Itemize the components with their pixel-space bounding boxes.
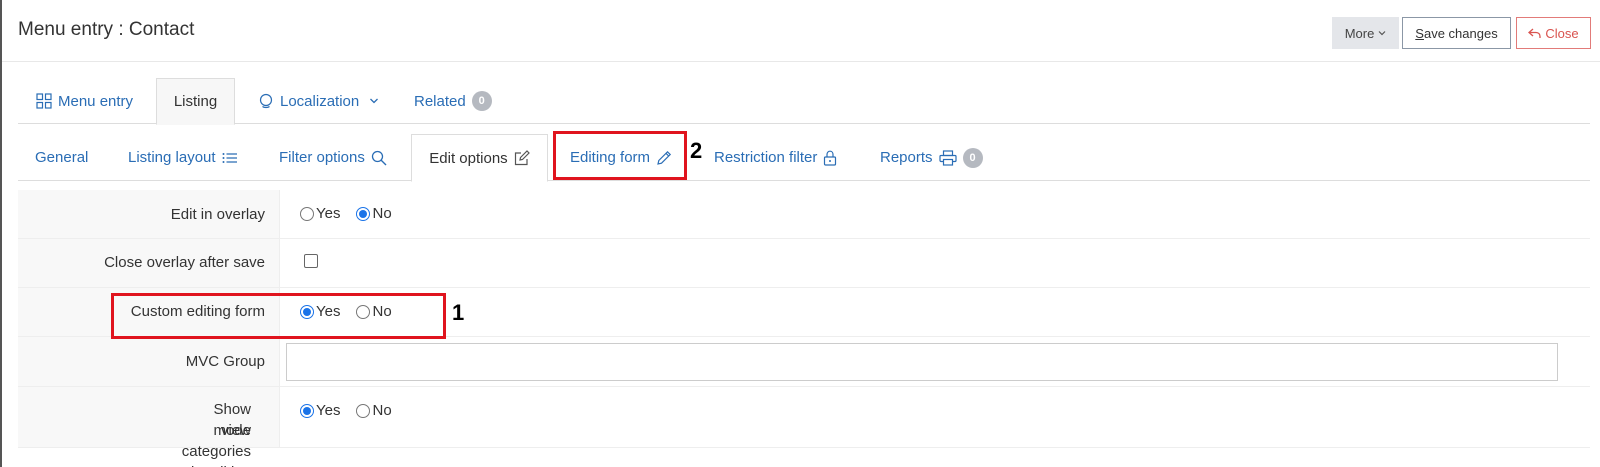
window-edge: [0, 0, 2, 467]
label-cell: Close overlay after save: [18, 239, 280, 287]
edit-in-overlay-yes[interactable]: Yes: [300, 205, 340, 222]
show-view-categories-no[interactable]: No: [356, 402, 392, 419]
label-cell: Edit in overlay: [18, 190, 280, 238]
undo-arrow-icon: [1528, 28, 1542, 38]
tab-localization[interactable]: Localization: [258, 78, 379, 124]
tab-edit-options-label: Edit options: [429, 149, 508, 167]
tab-general-label: General: [35, 149, 89, 166]
page-title: Menu entry : Contact: [18, 19, 195, 40]
chevron-down-icon: [370, 98, 379, 104]
row-mvc-group: MVC Group: [18, 337, 1590, 387]
row-close-overlay-after-save: Close overlay after save: [18, 239, 1590, 288]
tab-filter-options-label: Filter options: [279, 149, 365, 166]
show-view-categories-yes[interactable]: Yes: [300, 402, 340, 419]
mvc-group-input[interactable]: [286, 343, 1558, 381]
row-edit-in-overlay: Edit in overlay Yes No: [18, 190, 1590, 239]
annotation-number-1: 1: [452, 300, 465, 325]
tab-reports-label: Reports: [880, 149, 933, 166]
annotation-number-2: 2: [690, 138, 703, 163]
more-button-label: More: [1344, 25, 1375, 41]
radio-no-label: No: [372, 402, 392, 419]
radio-yes-selected[interactable]: [300, 403, 314, 418]
tab-restriction-filter-label: Restriction filter: [714, 149, 818, 166]
tab-listing-label: Listing: [173, 93, 218, 110]
more-button[interactable]: More: [1332, 17, 1399, 49]
radio-yes-label: Yes: [316, 402, 341, 419]
search-icon: [371, 150, 387, 165]
edit-in-overlay-label: Edit in overlay: [170, 206, 265, 223]
tab-reports[interactable]: Reports 0: [880, 134, 983, 181]
page-header: Menu entry : Contact More Save changes C…: [2, 0, 1600, 62]
radio-yes[interactable]: [300, 206, 314, 221]
sub-tabs: General Listing layout Filter options Ed…: [18, 134, 1590, 182]
tab-general[interactable]: General: [35, 134, 88, 181]
lock-icon: [824, 150, 837, 166]
tab-listing-layout[interactable]: Listing layout: [128, 134, 238, 181]
radio-no-label: No: [372, 205, 392, 222]
globe-icon: [259, 93, 273, 109]
list-icon: [222, 152, 237, 163]
tab-related[interactable]: Related 0: [414, 78, 492, 124]
tab-localization-label: Localization: [280, 92, 360, 110]
tab-filter-options[interactable]: Filter options: [279, 134, 387, 181]
tab-menu-entry[interactable]: Menu entry: [36, 78, 133, 124]
label-cell: Show view categories in editingmode: [18, 387, 280, 467]
related-count-badge: 0: [471, 91, 492, 111]
tab-restriction-filter[interactable]: Restriction filter: [714, 134, 837, 181]
mvc-group-label: MVC Group: [185, 353, 265, 370]
save-changes-button[interactable]: Save changes: [1402, 17, 1511, 49]
close-overlay-label: Close overlay after save: [104, 254, 265, 271]
show-view-categories-radios: Yes No: [300, 402, 404, 419]
printer-icon: [938, 149, 957, 166]
radio-no-selected[interactable]: [356, 206, 371, 221]
save-button-label: ave changes: [1423, 25, 1498, 41]
radio-yes-label: Yes: [316, 205, 341, 222]
highlight-box-2: [553, 131, 687, 180]
main-tabs: Menu entry Listing Localization Related …: [18, 78, 1590, 125]
close-overlay-checkbox[interactable]: [304, 254, 318, 268]
grid-icon: [36, 93, 52, 109]
tab-edit-options[interactable]: Edit options: [411, 134, 548, 182]
row-show-view-categories: Show view categories in editingmode Yes …: [18, 387, 1590, 467]
reports-count-badge: 0: [962, 147, 983, 168]
tab-related-label: Related: [414, 92, 466, 110]
save-button-accesskey: S: [1415, 25, 1424, 41]
edit-in-overlay-radios: Yes No: [300, 205, 404, 222]
edit-icon: [514, 150, 530, 166]
close-overlay-control: [304, 254, 318, 268]
radio-no[interactable]: [356, 403, 371, 418]
close-button[interactable]: Close: [1516, 17, 1591, 49]
tab-listing-layout-label: Listing layout: [128, 149, 216, 166]
label-line-2: mode: [213, 422, 251, 439]
close-button-label: Close: [1545, 25, 1579, 41]
edit-in-overlay-no[interactable]: No: [356, 205, 392, 222]
tab-listing[interactable]: Listing: [156, 78, 235, 125]
highlight-box-1: [111, 293, 446, 339]
chevron-down-icon: [1378, 31, 1386, 36]
tab-menu-entry-label: Menu entry: [58, 92, 134, 110]
label-cell: MVC Group: [18, 337, 280, 386]
